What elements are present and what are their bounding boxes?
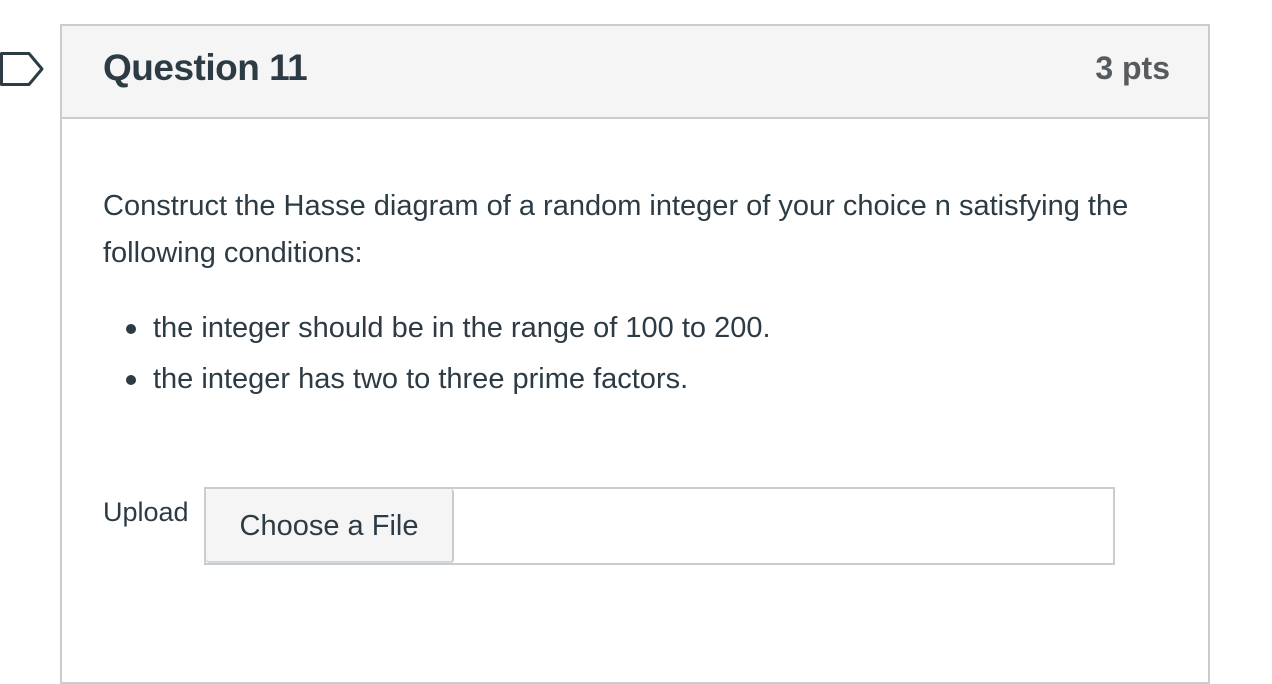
file-upload-field[interactable]: Choose a File <box>204 487 1115 565</box>
condition-text: the integer should be in the range of 10… <box>153 312 771 344</box>
choose-file-button[interactable]: Choose a File <box>206 489 454 563</box>
upload-label: Upload <box>103 497 189 527</box>
bullet-icon <box>126 324 136 334</box>
question-body: Construct the Hasse diagram of a random … <box>62 119 1208 565</box>
question-points: 3 pts <box>1095 50 1170 86</box>
question-card: Question 11 3 pts Construct the Hasse di… <box>60 24 1210 684</box>
conditions-list: the integer should be in the range of 10… <box>103 303 771 405</box>
question-header: Question 11 3 pts <box>62 26 1208 119</box>
list-item: the integer has two to three prime facto… <box>103 354 771 405</box>
question-prompt: Construct the Hasse diagram of a random … <box>103 190 1129 269</box>
flag-question-icon[interactable] <box>0 52 44 86</box>
condition-text: the integer has two to three prime facto… <box>153 363 689 395</box>
bullet-icon <box>126 375 136 385</box>
list-item: the integer should be in the range of 10… <box>103 303 771 354</box>
question-title: Question 11 <box>103 47 308 88</box>
